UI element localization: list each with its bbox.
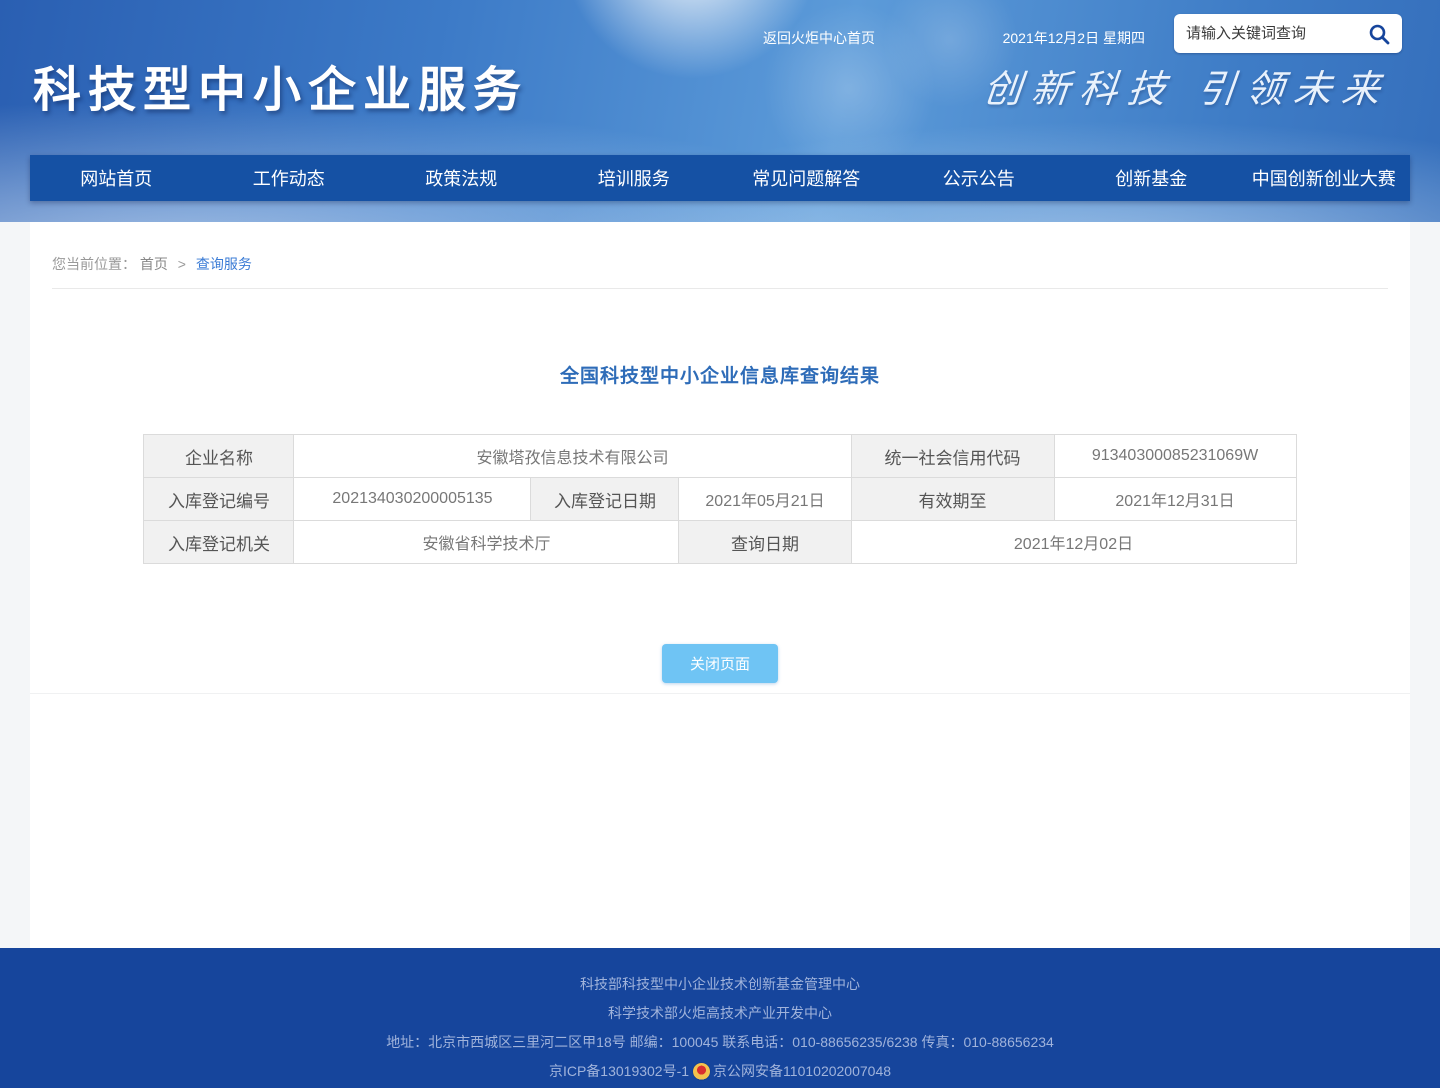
icp-license-link[interactable]: 京ICP备13019302号-1: [549, 1057, 689, 1086]
table-row-company: 企业名称 安徽塔孜信息技术有限公司 统一社会信用代码 9134030008523…: [144, 435, 1296, 478]
nav-item-training[interactable]: 培训服务: [548, 155, 721, 201]
reg-date-value: 2021年05月21日: [679, 478, 851, 521]
date-text: 2021年12月2日 星期四: [1003, 28, 1145, 48]
slogan-text: 创新科技 引领未来: [981, 58, 1393, 113]
top-bar: 返回火炬中心首页 2021年12月2日 星期四: [0, 0, 1440, 56]
breadcrumb-home-link[interactable]: 首页: [140, 256, 168, 272]
content-wrapper: 您当前位置： 首页 > 查询服务 全国科技型中小企业信息库查询结果 企业名称 安…: [30, 222, 1410, 948]
footer-org-line-1: 科技部科技型中小企业技术创新基金管理中心: [0, 970, 1440, 999]
reg-authority-value: 安徽省科学技术厅: [294, 521, 679, 564]
credit-code-label: 统一社会信用代码: [851, 435, 1054, 478]
police-record-text: 京公网安备11010202007048: [713, 1057, 891, 1086]
breadcrumb-current-link[interactable]: 查询服务: [196, 256, 252, 272]
main-nav: 网站首页 工作动态 政策法规 培训服务 常见问题解答 公示公告 创新基金 中国创…: [30, 155, 1410, 201]
nav-item-home[interactable]: 网站首页: [30, 155, 203, 201]
company-name-label: 企业名称: [144, 435, 294, 478]
lower-blank-area: [30, 694, 1410, 948]
nav-item-policies[interactable]: 政策法规: [375, 155, 548, 201]
nav-item-work-news[interactable]: 工作动态: [203, 155, 376, 201]
credit-code-value: 91340300085231069W: [1054, 435, 1296, 478]
query-result-section: 全国科技型中小企业信息库查询结果 企业名称 安徽塔孜信息技术有限公司 统一社会信…: [30, 289, 1410, 694]
search-icon: [1367, 22, 1391, 46]
query-date-value: 2021年12月02日: [851, 521, 1296, 564]
nav-item-announcements[interactable]: 公示公告: [893, 155, 1066, 201]
site-header: 返回火炬中心首页 2021年12月2日 星期四 科技型中小企业服务 创新科技 引…: [0, 0, 1440, 222]
page-title: 全国科技型中小企业信息库查询结果: [30, 361, 1410, 388]
nav-item-faq[interactable]: 常见问题解答: [720, 155, 893, 201]
breadcrumb-prefix: 您当前位置：: [52, 256, 136, 272]
result-table: 企业名称 安徽塔孜信息技术有限公司 统一社会信用代码 9134030008523…: [143, 434, 1296, 564]
nav-item-innovation-fund[interactable]: 创新基金: [1065, 155, 1238, 201]
police-record-link[interactable]: 京公网安备11010202007048: [693, 1057, 891, 1086]
nav-item-competition[interactable]: 中国创新创业大赛: [1238, 155, 1411, 201]
valid-until-label: 有效期至: [851, 478, 1054, 521]
breadcrumb: 您当前位置： 首页 > 查询服务: [30, 222, 1410, 288]
footer-contact-line: 地址：北京市西城区三里河二区甲18号 邮编：100045 联系电话：010-88…: [0, 1028, 1440, 1057]
footer-org-line-2: 科学技术部火炬高技术产业开发中心: [0, 999, 1440, 1028]
company-name-value: 安徽塔孜信息技术有限公司: [294, 435, 851, 478]
page: 返回火炬中心首页 2021年12月2日 星期四 科技型中小企业服务 创新科技 引…: [0, 0, 1440, 1088]
query-date-label: 查询日期: [679, 521, 851, 564]
search-box: [1174, 14, 1402, 53]
site-title: 科技型中小企业服务: [33, 50, 528, 120]
valid-until-value: 2021年12月31日: [1054, 478, 1296, 521]
footer-icp-line: 京ICP备13019302号-1 京公网安备11010202007048: [0, 1057, 1440, 1086]
button-row: 关闭页面: [30, 644, 1410, 683]
table-row-authority: 入库登记机关 安徽省科学技术厅 查询日期 2021年12月02日: [144, 521, 1296, 564]
search-input[interactable]: [1186, 25, 1364, 42]
reg-number-value: 202134030200005135: [294, 478, 531, 521]
table-row-registration: 入库登记编号 202134030200005135 入库登记日期 2021年05…: [144, 478, 1296, 521]
close-page-button[interactable]: 关闭页面: [662, 644, 778, 683]
police-badge-icon: [693, 1063, 710, 1080]
reg-authority-label: 入库登记机关: [144, 521, 294, 564]
site-footer: 科技部科技型中小企业技术创新基金管理中心 科学技术部火炬高技术产业开发中心 地址…: [0, 948, 1440, 1088]
breadcrumb-separator: >: [178, 256, 186, 272]
reg-date-label: 入库登记日期: [531, 478, 679, 521]
reg-number-label: 入库登记编号: [144, 478, 294, 521]
search-button[interactable]: [1364, 19, 1394, 49]
torch-center-home-link[interactable]: 返回火炬中心首页: [763, 28, 875, 48]
